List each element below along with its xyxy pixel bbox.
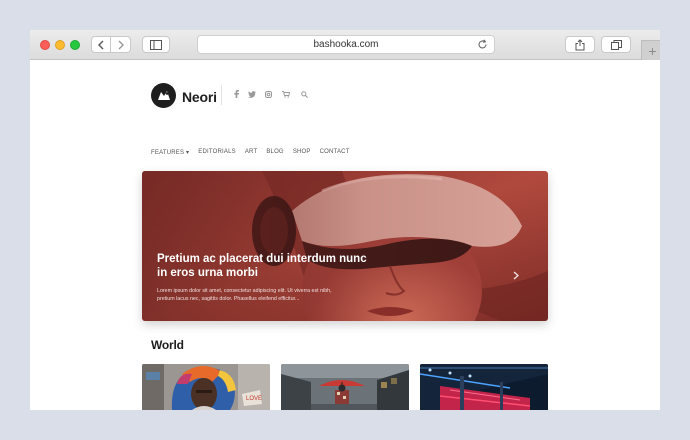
world-card-2[interactable]: [281, 364, 409, 410]
sidebar-toggle-button[interactable]: [142, 36, 170, 53]
reload-icon: [478, 39, 487, 49]
search-icon[interactable]: [299, 89, 309, 99]
browser-window: bashooka.com + Neori FEATURES ▾ EDITORIA…: [30, 30, 660, 410]
nav-item-blog[interactable]: BLOG: [266, 149, 283, 156]
tabs-icon: [610, 39, 622, 50]
web-page: Neori FEATURES ▾ EDITORIALS ART BLOG SHO…: [30, 61, 660, 410]
close-window-button[interactable]: [40, 40, 50, 50]
back-button[interactable]: [91, 36, 111, 53]
share-button[interactable]: [565, 36, 595, 53]
url-text: bashooka.com: [313, 39, 379, 50]
slider-next-button[interactable]: [513, 267, 520, 285]
browser-toolbar: bashooka.com +: [30, 30, 660, 60]
section-title-world: World: [151, 338, 184, 352]
twitter-icon[interactable]: [247, 89, 257, 99]
site-logo-text[interactable]: Neori: [182, 89, 217, 105]
hero-excerpt: Lorem ipsum dolor sit amet, consectetur …: [157, 288, 332, 302]
facebook-icon[interactable]: [231, 89, 241, 99]
address-bar[interactable]: bashooka.com: [197, 35, 495, 54]
chevron-left-icon: [98, 40, 104, 49]
sidebar-icon: [150, 39, 162, 50]
minimize-window-button[interactable]: [55, 40, 65, 50]
chevron-right-icon: [513, 271, 520, 280]
nav-item-contact[interactable]: CONTACT: [320, 149, 350, 156]
instagram-icon[interactable]: [263, 89, 273, 99]
card-image-graffiti: LOVE: [142, 364, 270, 410]
forward-button[interactable]: [111, 36, 131, 53]
world-card-3[interactable]: [420, 364, 548, 410]
share-icon: [575, 38, 585, 50]
world-card-1[interactable]: LOVE: [142, 364, 270, 410]
chevron-right-icon: [118, 40, 124, 49]
logo-icon: [157, 90, 170, 100]
nav-item-editorials[interactable]: EDITORIALS: [198, 149, 236, 156]
tab-overview-button[interactable]: [601, 36, 631, 53]
nav-item-shop[interactable]: SHOP: [293, 149, 311, 156]
svg-text:LOVE: LOVE: [246, 396, 262, 402]
main-navigation: FEATURES ▾ EDITORIALS ART BLOG SHOP CONT…: [151, 149, 350, 156]
hero-slider[interactable]: Pretium ac placerat dui interdum nunc in…: [142, 171, 548, 321]
nav-item-features[interactable]: FEATURES ▾: [151, 149, 189, 156]
card-image-train: [420, 364, 548, 410]
cart-icon[interactable]: [281, 89, 291, 99]
site-logo-mark[interactable]: [151, 83, 176, 108]
reload-button[interactable]: [477, 39, 488, 53]
card-image-street: [281, 364, 409, 410]
plus-icon: +: [648, 42, 657, 59]
new-tab-button[interactable]: +: [641, 40, 660, 60]
nav-item-art[interactable]: ART: [245, 149, 258, 156]
zoom-window-button[interactable]: [70, 40, 80, 50]
hero-title[interactable]: Pretium ac placerat dui interdum nunc in…: [157, 253, 377, 280]
logo-divider: [221, 85, 222, 105]
